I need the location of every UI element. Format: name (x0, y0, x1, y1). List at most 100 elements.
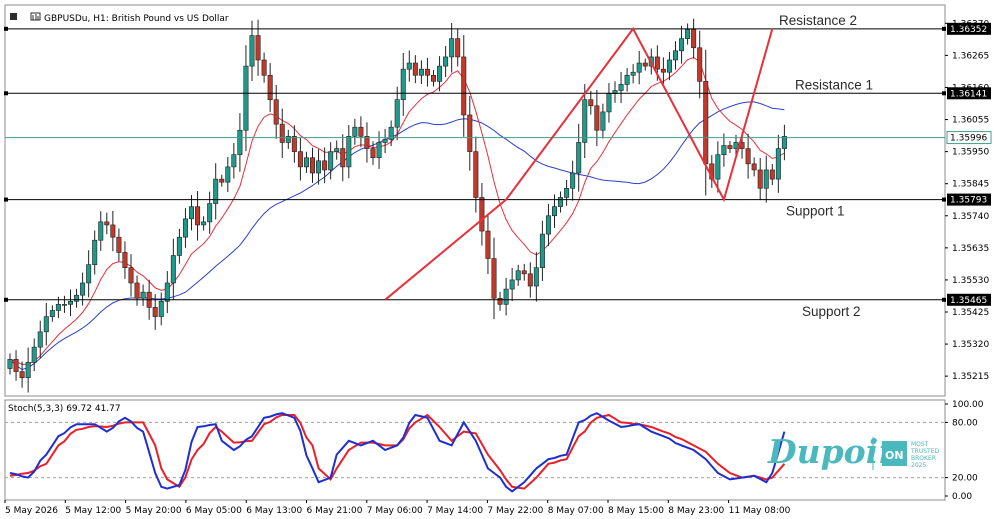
candle-body (485, 230, 491, 259)
candle-body (376, 142, 382, 159)
candle-body (576, 142, 582, 174)
candle-body (594, 105, 600, 131)
candle-body (61, 304, 67, 306)
price-tick-label: 1.35530 (952, 276, 989, 286)
candle-body (509, 279, 515, 290)
candle-body (558, 197, 564, 207)
time-tick-label: 5 May 12:00 (65, 506, 121, 516)
candle-body (455, 38, 461, 58)
candle-body (418, 68, 424, 76)
level-anchor-right[interactable] (942, 297, 946, 302)
candle-body (86, 264, 92, 284)
level-price-label: 1.35793 (950, 196, 987, 206)
candle-body (424, 68, 430, 76)
candle-body (382, 139, 388, 143)
candle-body (189, 206, 195, 220)
candle-body (406, 62, 412, 70)
time-tick-label: 7 May 22:00 (487, 506, 543, 516)
level-anchor-left[interactable] (4, 91, 8, 96)
candle-body (7, 359, 13, 369)
candle-body (467, 114, 473, 152)
award-line-4: 2025 (911, 462, 926, 469)
price-tick-label: 1.35740 (952, 212, 989, 222)
candle-body (636, 62, 642, 73)
time-axis: 5 May 2026 5 May 12:00 5 May 20:00 6 May 05… (4, 500, 791, 516)
candle-body (25, 362, 31, 378)
level-anchor-right[interactable] (942, 91, 946, 96)
candle-body (176, 236, 182, 256)
candle-body (697, 47, 703, 82)
candle-body (763, 169, 769, 189)
price-tick-label: 1.35425 (952, 308, 989, 318)
stoch-main-line (9, 412, 786, 493)
candle-body (37, 331, 43, 348)
candle-body (225, 166, 231, 183)
candle-body (479, 197, 485, 232)
candle-body (249, 35, 255, 67)
candle-body (122, 252, 128, 269)
candle-body (727, 145, 733, 149)
level-name: Resistance 1 (795, 77, 873, 92)
time-tick-label: 7 May 06:00 (367, 506, 423, 516)
candle-body (527, 273, 533, 287)
stoch-level-label: 80.00 (952, 418, 978, 428)
time-tick-label: 8 May 23:00 (668, 506, 724, 516)
candle-body (715, 154, 721, 180)
candle-body (660, 68, 666, 73)
candle-body (207, 203, 213, 223)
time-tick-label: 8 May 15:00 (608, 506, 664, 516)
current-price-label: 1.35996 (950, 134, 987, 144)
candle-body (68, 301, 74, 305)
candle-body (691, 29, 697, 49)
price-tick-label: 1.35635 (952, 244, 989, 254)
level-anchor-left[interactable] (4, 197, 8, 202)
candle-body (231, 154, 237, 168)
chart-type-icon[interactable] (30, 12, 41, 21)
stoch-level-label: 0.00 (952, 492, 972, 502)
candlestick-series (7, 18, 787, 393)
candle-body (55, 304, 61, 311)
price-tick-label: 1.35320 (952, 340, 989, 350)
candle-body (128, 267, 134, 284)
time-tick-label: 7 May 14:00 (427, 506, 483, 516)
candle-body (49, 310, 55, 317)
candle-body (564, 187, 570, 198)
candle-body (666, 59, 672, 73)
candle-body (473, 151, 479, 198)
candle-body (43, 316, 49, 333)
candle-body (158, 301, 164, 317)
candle-body (92, 239, 98, 265)
price-tick-label: 1.36370 (952, 19, 989, 29)
level-name: Support 2 (802, 304, 861, 319)
candle-body (201, 221, 207, 226)
price-tick-label: 1.36265 (952, 51, 989, 61)
level-anchor-left[interactable] (4, 26, 8, 31)
chart-menu-icon[interactable] (10, 13, 17, 20)
price-tick-label: 1.35215 (952, 372, 989, 382)
chart-area: 1.36352Resistance 21.36141Resistance 11.… (4, 4, 992, 516)
candle-body (140, 291, 146, 299)
candle-body (13, 359, 19, 372)
stoch-level-label: 100.00 (952, 400, 984, 410)
level-anchor-right[interactable] (942, 197, 946, 202)
candle-body (267, 74, 273, 100)
candle-body (400, 68, 406, 100)
candle-body (430, 74, 436, 82)
level-anchor-right[interactable] (942, 26, 946, 31)
level-anchor-left[interactable] (4, 297, 8, 302)
candle-body (273, 99, 279, 125)
chart-header: GBPUSDu, H1: British Pound vs US Dollar (10, 12, 229, 24)
candle-body (461, 56, 467, 116)
candle-body (751, 163, 757, 171)
candle-body (291, 136, 297, 152)
candle-body (503, 288, 509, 305)
time-tick-label: 6 May 13:00 (246, 506, 302, 516)
candle-body (303, 157, 309, 168)
price-tick-label: 1.36055 (952, 116, 989, 126)
candle-body (654, 56, 660, 70)
candle-body (340, 148, 346, 168)
candle-body (533, 267, 539, 287)
candle-body (551, 206, 557, 217)
candle-body (334, 148, 340, 152)
candle-body (606, 93, 612, 113)
